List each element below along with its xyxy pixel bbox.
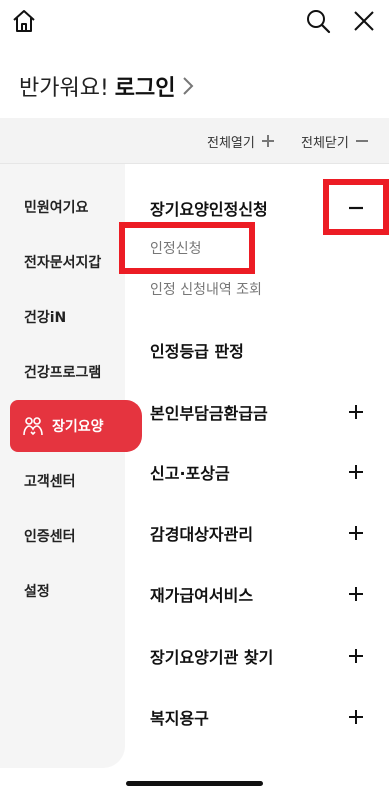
search-icon[interactable] xyxy=(303,6,333,36)
collapse-all-label: 전체닫기 xyxy=(301,135,349,151)
plus-icon[interactable] xyxy=(344,400,368,424)
plus-icon xyxy=(261,134,275,148)
sidebar-item-label: 설정 xyxy=(24,584,50,600)
expand-all-button[interactable]: 전체열기 xyxy=(207,128,275,154)
sidebar-item-label: 인증센터 xyxy=(24,529,76,545)
sidebar-item-label: 장기요양 xyxy=(52,419,104,435)
home-icon[interactable] xyxy=(10,6,38,36)
category-label: 장기요양인정신청 xyxy=(150,200,268,219)
sidebar-item-customer-center[interactable]: 고객센터 xyxy=(0,461,125,501)
category-label: 인정등급 판정 xyxy=(150,342,244,361)
category-label: 복지용구 xyxy=(150,709,209,728)
plus-icon[interactable] xyxy=(344,460,368,484)
sidebar-item-label: 전자문서지갑 xyxy=(24,255,102,271)
menu-category-find-institution[interactable]: 장기요양기관 찾기 xyxy=(150,636,380,676)
category-label: 신고·포상금 xyxy=(150,464,230,483)
sidebar-item-long-term-care[interactable]: 장기요양 xyxy=(10,400,142,452)
login-link[interactable]: 로그인 xyxy=(115,70,176,102)
chevron-right-icon xyxy=(182,76,194,96)
sidebar-item-label: 건강iN xyxy=(24,310,67,326)
sidebar-item-e-wallet[interactable]: 전자문서지갑 xyxy=(0,242,125,282)
menu-category-home-care[interactable]: 재가급여서비스 xyxy=(150,574,380,614)
plus-icon[interactable] xyxy=(344,521,368,545)
submenu-item-history[interactable]: 인정 신청내역 조회 xyxy=(150,275,262,303)
sidebar-item-minwon[interactable]: 민원여기요 xyxy=(0,187,125,227)
collapse-all-button[interactable]: 전체닫기 xyxy=(301,128,369,154)
menu-category-report-reward[interactable]: 신고·포상금 xyxy=(150,452,380,492)
people-icon xyxy=(22,415,44,437)
category-label: 감경대상자관리 xyxy=(150,525,254,544)
login-greeting[interactable]: 반가워요! 로그인 xyxy=(19,68,194,104)
highlight-box-collapse-toggle xyxy=(323,179,389,235)
sidebar-item-health-program[interactable]: 건강프로그램 xyxy=(0,352,125,392)
sidebar-item-settings[interactable]: 설정 xyxy=(0,571,125,611)
minus-icon xyxy=(355,134,369,148)
home-indicator xyxy=(126,781,263,786)
highlight-box-apply-item xyxy=(119,222,255,274)
plus-icon[interactable] xyxy=(344,644,368,668)
close-icon[interactable] xyxy=(349,6,379,36)
top-bar xyxy=(0,0,389,44)
greeting-text: 반가워요! xyxy=(19,76,109,101)
category-label: 재가급여서비스 xyxy=(150,586,254,605)
menu-category-reduction[interactable]: 감경대상자관리 xyxy=(150,513,380,553)
sidebar-item-auth-center[interactable]: 인증센터 xyxy=(0,516,125,556)
category-label: 본인부담금환급금 xyxy=(150,404,268,423)
menu-category-refund[interactable]: 본인부담금환급금 xyxy=(150,392,380,432)
category-label: 장기요양기관 찾기 xyxy=(150,648,274,667)
plus-icon[interactable] xyxy=(344,582,368,606)
sidebar-item-label: 건강프로그램 xyxy=(24,365,102,381)
menu-category-welfare-equipment[interactable]: 복지용구 xyxy=(150,697,380,737)
expand-all-label: 전체열기 xyxy=(207,135,255,151)
sidebar-item-label: 고객센터 xyxy=(24,474,76,490)
sidebar-item-health-in[interactable]: 건강iN xyxy=(0,297,125,337)
submenu-label: 인정 신청내역 조회 xyxy=(150,282,262,298)
plus-icon[interactable] xyxy=(344,705,368,729)
sidebar-item-label: 민원여기요 xyxy=(24,200,89,216)
menu-category-grade-decision[interactable]: 인정등급 판정 xyxy=(150,330,380,370)
